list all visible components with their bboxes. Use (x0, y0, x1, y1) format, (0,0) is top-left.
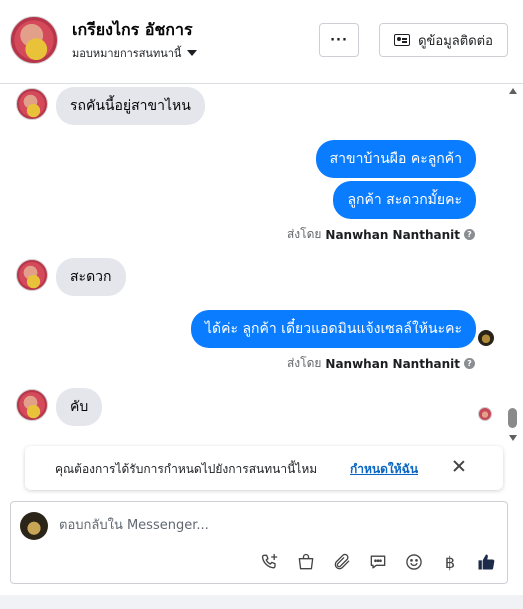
message-list[interactable]: รถคันนี้อยู่สาขาไหน สาขาบ้านผือ คะลูกค้า… (0, 85, 523, 445)
more-options-button[interactable]: ··· (319, 23, 359, 57)
chat-bubble-icon[interactable] (367, 551, 389, 573)
composer-toolbar: ฿ (259, 550, 497, 574)
close-icon[interactable] (451, 458, 467, 474)
shopping-bag-icon[interactable] (295, 551, 317, 573)
reply-input[interactable] (59, 514, 489, 536)
conversation-header: เกรียงไกร อัชการ มอบหมายการสนทนานี้ ··· … (0, 0, 523, 84)
thumbs-up-icon[interactable] (475, 551, 497, 573)
contact-name[interactable]: เกรียงไกร อัชการ (72, 18, 193, 43)
phone-plus-icon[interactable] (259, 551, 281, 573)
scroll-down-arrow-icon[interactable] (509, 435, 517, 441)
outgoing-message[interactable]: ลูกค้า สะดวกมั้ยคะ (333, 181, 476, 219)
contact-avatar-small[interactable] (16, 88, 48, 120)
smiley-icon[interactable] (403, 551, 425, 573)
caret-down-icon (187, 50, 198, 56)
incoming-message[interactable]: รถคันนี้อยู่สาขาไหน (56, 87, 205, 125)
contact-avatar[interactable] (10, 16, 58, 64)
assign-to-me-link[interactable]: กำหนดให้ฉัน (350, 460, 418, 479)
sent-by-agent: Nanwhan Nanthanit (325, 227, 460, 242)
scroll-up-arrow-icon[interactable] (509, 88, 517, 94)
baht-icon[interactable]: ฿ (439, 551, 461, 573)
page-footer-strip (0, 595, 523, 609)
assign-label: มอบหมายการสนทนานี้ (72, 47, 182, 60)
reply-composer: ฿ (10, 501, 508, 584)
assign-banner-text: คุณต้องการได้รับการกำหนดไปยังการสนทนานี้… (55, 462, 318, 476)
incoming-message[interactable]: คับ (56, 388, 103, 426)
scrollbar-thumb[interactable] (508, 408, 517, 428)
help-icon[interactable]: ? (464, 229, 475, 240)
contact-avatar-small[interactable] (16, 259, 48, 291)
paperclip-icon[interactable] (331, 551, 353, 573)
page-avatar-icon (478, 330, 494, 346)
view-contact-info-button[interactable]: ดูข้อมูลติดต่อ (379, 23, 508, 57)
assign-banner: คุณต้องการได้รับการกำหนดไปยังการสนทนานี้… (25, 446, 503, 490)
outgoing-message[interactable]: สาขาบ้านผือ คะลูกค้า (315, 140, 476, 178)
sent-by-label: ส่งโดย Nanwhan Nanthanit ? (287, 225, 475, 244)
conversation-panel: เกรียงไกร อัชการ มอบหมายการสนทนานี้ ··· … (0, 0, 523, 609)
sent-by-label: ส่งโดย Nanwhan Nanthanit ? (287, 354, 475, 373)
page-avatar (20, 512, 48, 540)
contact-avatar-small[interactable] (16, 389, 48, 421)
sent-by-prefix: ส่งโดย (286, 227, 322, 241)
sent-by-prefix: ส่งโดย (286, 356, 322, 370)
incoming-message[interactable]: สะดวก (56, 258, 126, 296)
seen-avatar-icon (478, 407, 492, 421)
contact-card-icon (394, 34, 411, 46)
view-contact-info-label: ดูข้อมูลติดต่อ (418, 33, 493, 49)
sent-by-agent: Nanwhan Nanthanit (325, 356, 460, 371)
assign-dropdown[interactable]: มอบหมายการสนทนานี้ (72, 44, 198, 62)
help-icon[interactable]: ? (464, 358, 475, 369)
outgoing-message[interactable]: ได้ค่ะ ลูกค้า เดี๋ยวแอดมินแจ้งเซลล์ให้นะ… (190, 310, 476, 348)
